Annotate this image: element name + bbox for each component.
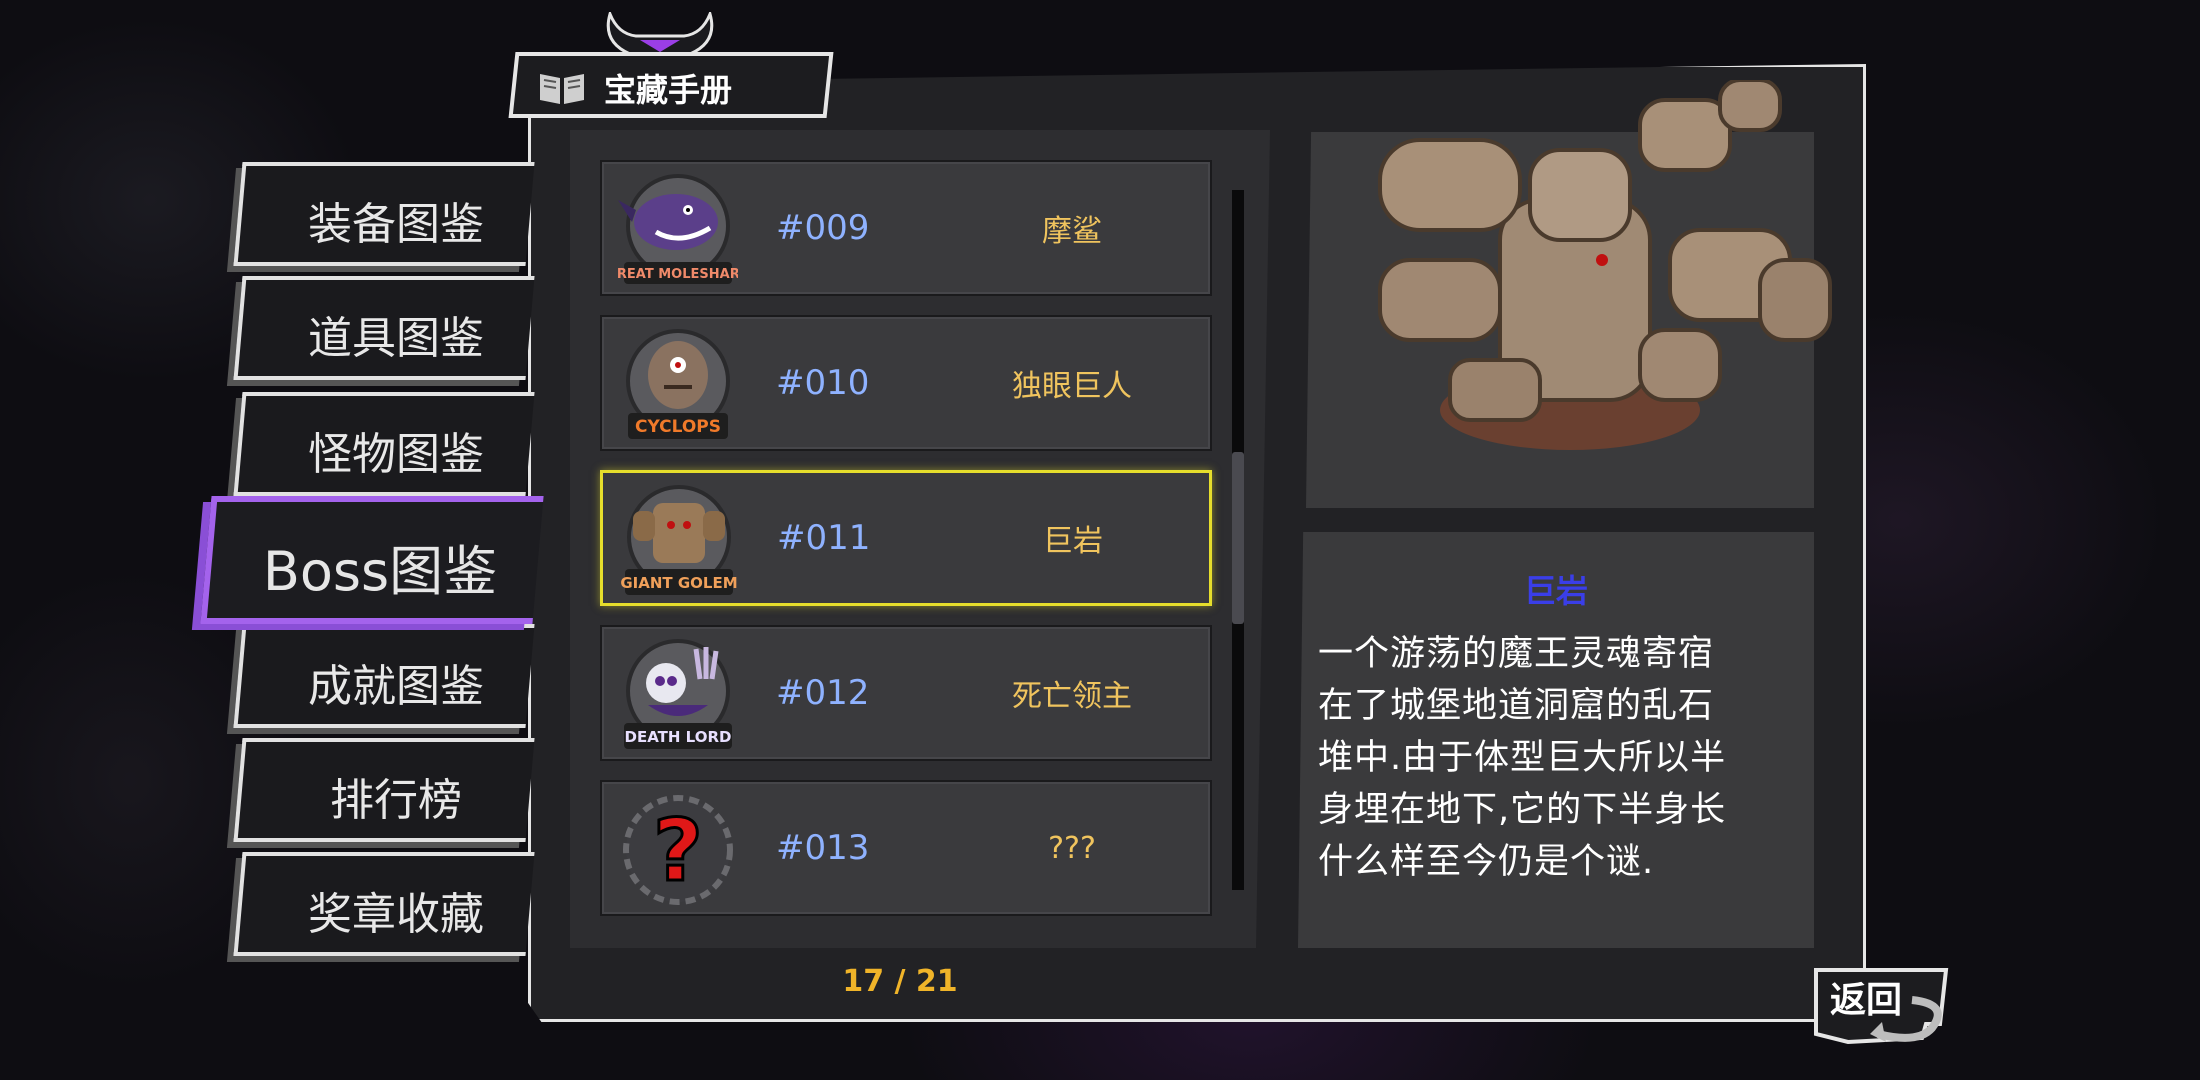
back-button-label[interactable]: 返回 <box>1830 972 1910 1022</box>
list-item[interactable]: DEATH LORD #012 死亡领主 <box>600 625 1212 761</box>
question-mark-icon: ? <box>653 801 703 901</box>
golem-illustration <box>1378 80 1832 450</box>
menu-label-leaderboard[interactable]: 排行榜 <box>246 744 546 848</box>
list-item[interactable]: CYCLOPS #010 独眼巨人 <box>600 315 1212 451</box>
golem-portrait: GIANT GOLEM <box>620 485 738 595</box>
row-name: 死亡领主 <box>1012 679 1132 714</box>
row-number: #010 <box>776 363 870 403</box>
description-line: 在了城堡地道洞窟的乱石 <box>1318 686 1715 726</box>
moleshark-portrait: GREAT MOLESHARK <box>618 174 738 284</box>
portrait-badge: GREAT MOLESHARK <box>618 267 738 282</box>
row-number: #012 <box>776 673 870 713</box>
page-indicator: 17 / 21 <box>842 964 958 999</box>
description-line: 身埋在地下,它的下半身长 <box>1318 790 1727 830</box>
header: 宝藏手册 <box>530 60 830 116</box>
row-number: #009 <box>776 208 870 248</box>
boss-description: 一个游荡的魔王灵魂寄宿 在了城堡地道洞窟的乱石 堆中.由于体型巨大所以半 身埋在… <box>1318 628 1798 888</box>
cyclops-portrait: CYCLOPS <box>626 329 730 439</box>
menu-label-monsters[interactable]: 怪物图鉴 <box>246 398 546 502</box>
page-title: 宝藏手册 <box>604 71 733 109</box>
row-number: #011 <box>777 518 871 558</box>
row-number: #013 <box>776 828 870 868</box>
row-name: 巨岩 <box>1043 524 1103 559</box>
death-lord-portrait: DEATH LORD <box>624 639 732 749</box>
portrait-badge: GIANT GOLEM <box>620 574 737 592</box>
description-line: 堆中.由于体型巨大所以半 <box>1318 738 1727 778</box>
scrollbar-thumb[interactable] <box>1232 452 1244 624</box>
list-item[interactable]: GREAT MOLESHARK #009 摩鲨 <box>600 160 1212 296</box>
menu-label-medals[interactable]: 奖章收藏 <box>246 858 546 962</box>
portrait-badge: CYCLOPS <box>635 417 721 437</box>
row-name: 摩鲨 <box>1042 214 1102 249</box>
menu-label-boss[interactable]: Boss图鉴 <box>230 502 530 630</box>
row-name: 独眼巨人 <box>1012 369 1132 404</box>
portrait-badge: DEATH LORD <box>625 728 732 746</box>
book-icon <box>540 74 584 104</box>
row-name: ??? <box>1048 830 1096 866</box>
description-line: 一个游荡的魔王灵魂寄宿 <box>1318 634 1715 674</box>
description-line: 什么样至今仍是个谜. <box>1318 842 1655 882</box>
unknown-portrait: ? <box>623 795 733 905</box>
menu-label-achievements[interactable]: 成就图鉴 <box>246 630 546 734</box>
boss-title: 巨岩 <box>1523 572 1588 610</box>
list-item[interactable]: ? #013 ??? <box>600 780 1212 916</box>
menu-label-equipment[interactable]: 装备图鉴 <box>246 168 546 272</box>
list-item-selected[interactable]: GIANT GOLEM #011 巨岩 <box>600 470 1212 606</box>
menu-label-items[interactable]: 道具图鉴 <box>246 282 546 386</box>
